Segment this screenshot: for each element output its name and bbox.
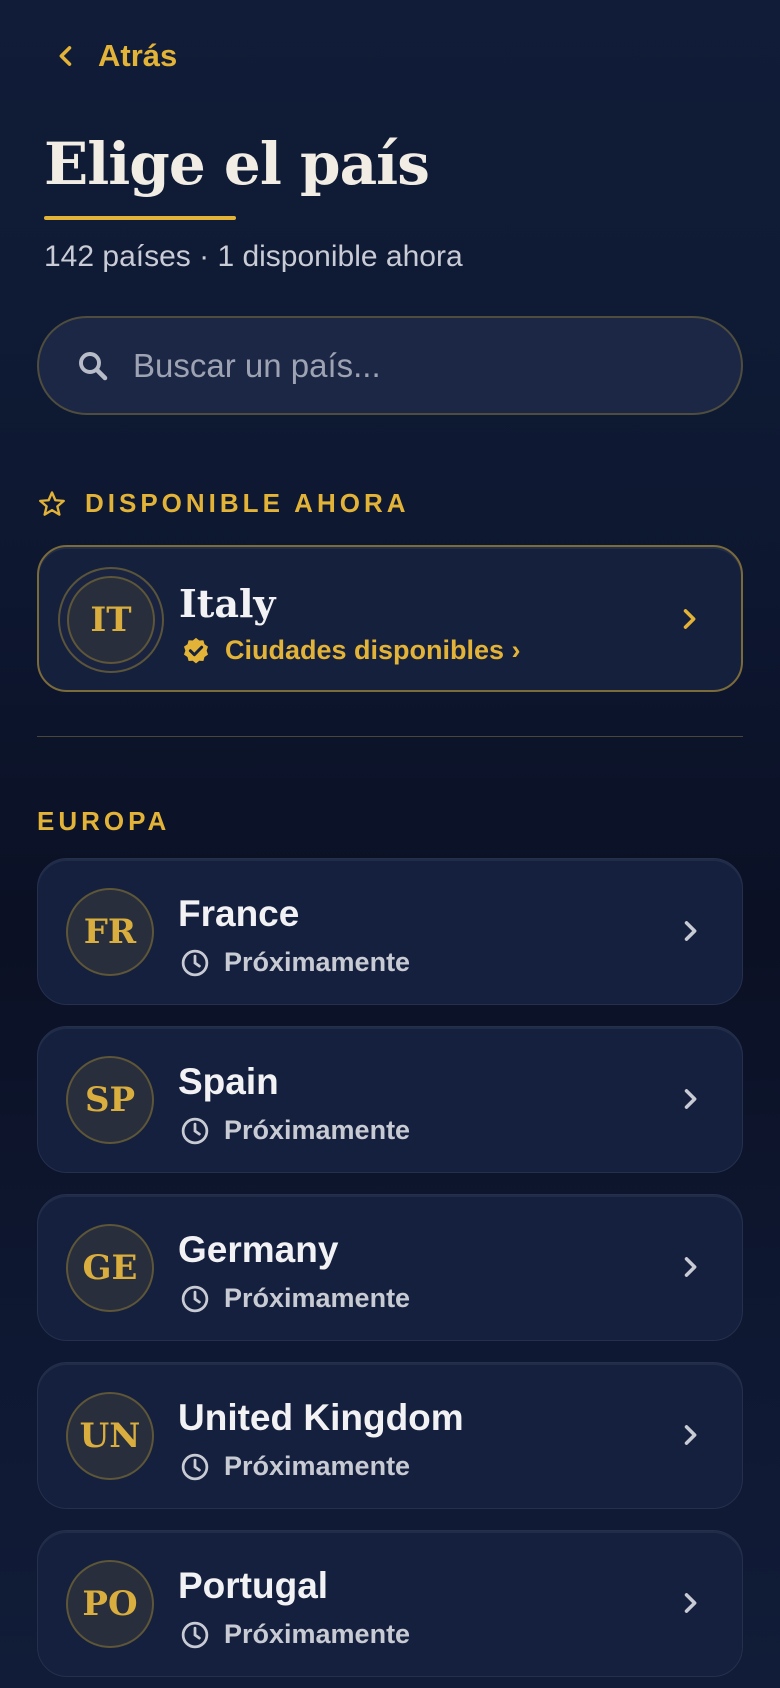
- clock-icon: [181, 949, 209, 976]
- chevron-left-icon: [59, 46, 72, 66]
- country-card-spain[interactable]: SP Spain Próximamente: [37, 1026, 743, 1173]
- chevron-right-icon: [684, 921, 697, 941]
- country-status: Ciudades disponibles ›: [181, 635, 521, 666]
- country-card-france[interactable]: FR France Próximamente: [37, 858, 743, 1005]
- title-underline: [44, 216, 236, 220]
- country-status-label: Ciudades disponibles ›: [225, 635, 521, 665]
- country-badge: GE: [66, 1224, 154, 1312]
- chevron-right-icon: [683, 609, 696, 629]
- country-card-portugal[interactable]: PO Portugal Próximamente: [37, 1530, 743, 1677]
- clock-icon: [181, 1621, 209, 1648]
- search-icon: [79, 351, 108, 380]
- country-status-label: Próximamente: [224, 947, 411, 977]
- chevron-right-icon: [684, 1425, 697, 1445]
- country-status-label: Próximamente: [224, 1283, 411, 1313]
- country-card-united-kingdom[interactable]: UN United Kingdom Próximamente: [37, 1362, 743, 1509]
- country-status: Próximamente: [180, 1451, 410, 1482]
- country-status-label: Próximamente: [224, 1451, 411, 1481]
- back-label: Atrás: [98, 38, 178, 73]
- country-badge: IT: [67, 576, 155, 664]
- country-card-italy[interactable]: IT Italy Ciudades disponibles ›: [37, 545, 743, 692]
- section-available-label: DISPONIBLE AHORA: [85, 488, 410, 518]
- chevron-right-icon: [684, 1257, 697, 1277]
- country-badge: SP: [66, 1056, 154, 1144]
- country-name: United Kingdom: [178, 1397, 464, 1438]
- clock-icon: [181, 1285, 209, 1312]
- search-input[interactable]: [133, 346, 693, 385]
- country-status: Próximamente: [180, 947, 410, 978]
- clock-icon: [181, 1117, 209, 1144]
- country-badge: UN: [66, 1392, 154, 1480]
- page-title: Elige el país: [44, 130, 430, 198]
- back-button[interactable]: Atrás: [52, 38, 177, 74]
- country-status-label: Próximamente: [224, 1619, 411, 1649]
- search-bar[interactable]: [37, 316, 743, 415]
- country-name: Portugal: [178, 1565, 329, 1606]
- clock-icon: [181, 1453, 209, 1480]
- section-europe-label: EUROPA: [37, 806, 171, 836]
- country-badge: FR: [66, 888, 154, 976]
- section-available-header: DISPONIBLE AHORA: [37, 488, 410, 519]
- chevron-right-icon: [684, 1593, 697, 1613]
- country-status: Próximamente: [180, 1115, 410, 1146]
- verified-icon: [184, 637, 208, 663]
- country-status-label: Próximamente: [224, 1115, 411, 1145]
- country-card-germany[interactable]: GE Germany Próximamente: [37, 1194, 743, 1341]
- chevron-right-icon: [684, 1089, 697, 1109]
- country-name: Italy: [179, 581, 276, 626]
- page-subtitle: 142 países · 1 disponible ahora: [44, 240, 463, 273]
- country-status: Próximamente: [180, 1283, 410, 1314]
- country-badge: PO: [66, 1560, 154, 1648]
- section-divider: [37, 736, 743, 737]
- country-name: Spain: [178, 1061, 279, 1102]
- country-name: Germany: [178, 1229, 339, 1270]
- country-name: France: [178, 893, 300, 934]
- star-icon: [39, 490, 65, 516]
- country-status: Próximamente: [180, 1619, 410, 1650]
